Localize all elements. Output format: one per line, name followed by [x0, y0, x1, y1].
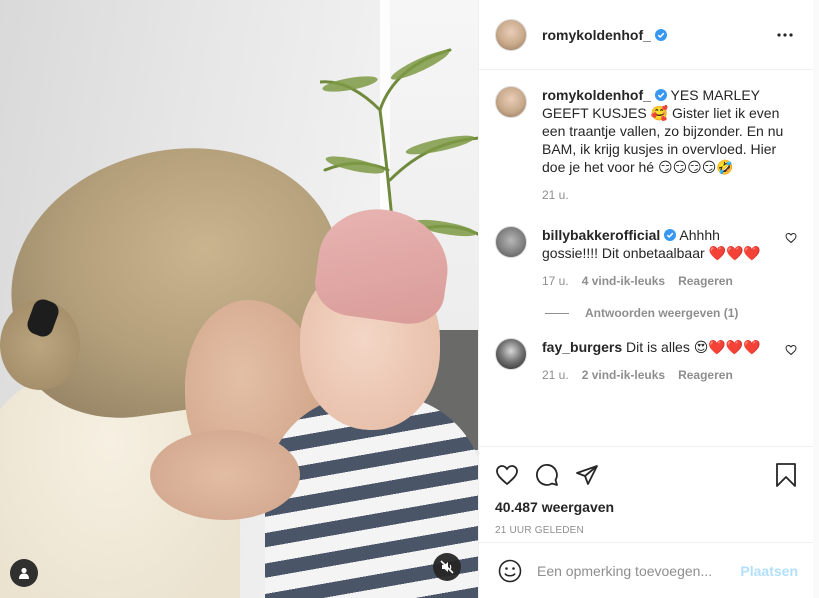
comment-input[interactable]	[537, 562, 741, 579]
avatar[interactable]	[495, 338, 527, 370]
comment-username[interactable]: fay_burgers	[542, 339, 622, 355]
heart-icon[interactable]	[785, 344, 797, 356]
caption-body: romykoldenhof_ YES MARLEY GEEFT KUSJES 🥰…	[542, 86, 797, 204]
caption: romykoldenhof_ YES MARLEY GEEFT KUSJES 🥰…	[495, 86, 797, 204]
verified-badge-icon	[654, 89, 667, 101]
reply-button[interactable]: Reageren	[678, 366, 733, 384]
page-scrollbar-gutter	[813, 0, 819, 598]
share-button[interactable]	[575, 455, 615, 495]
more-dots-icon	[777, 32, 793, 37]
mute-button[interactable]	[433, 553, 461, 581]
like-button[interactable]	[495, 455, 535, 495]
comment-body: billybakkerofficial Ahhhh gossie!!!! Dit…	[542, 226, 797, 290]
save-button[interactable]	[757, 455, 797, 495]
hand	[150, 430, 300, 520]
post-timestamp[interactable]: 21 UUR GELEDEN	[495, 525, 797, 536]
view-replies-button[interactable]: Antwoorden weergeven (1)	[545, 306, 797, 320]
post-comment-button[interactable]: Plaatsen	[740, 563, 798, 579]
list-item: fay_burgers Dit is alles 😍❤️❤️❤️ 21 u. 2…	[495, 338, 797, 384]
emoji-button[interactable]	[495, 556, 525, 586]
speaker-muted-icon	[440, 560, 454, 574]
comment-time[interactable]: 21 u.	[542, 366, 569, 384]
reply-button[interactable]: Reageren	[678, 272, 733, 290]
caption-meta: 21 u.	[542, 186, 797, 204]
caption-time[interactable]: 21 u.	[542, 186, 569, 204]
verified-badge-icon	[654, 28, 667, 41]
verified-badge-icon	[664, 229, 677, 241]
author-username[interactable]: romykoldenhof_	[542, 27, 651, 43]
list-item: billybakkerofficial Ahhhh gossie!!!! Dit…	[495, 226, 797, 290]
avatar[interactable]	[495, 18, 527, 51]
paper-plane-icon	[576, 465, 598, 485]
avatar[interactable]	[495, 86, 527, 118]
avatar[interactable]	[495, 226, 527, 258]
comments-list[interactable]: romykoldenhof_ YES MARLEY GEEFT KUSJES 🥰…	[479, 70, 813, 446]
caption-username[interactable]: romykoldenhof_	[542, 87, 651, 103]
heart-icon[interactable]	[785, 232, 797, 244]
instagram-post-modal: romykoldenhof_ romykoldenhof_ YES MARLEY…	[0, 0, 819, 598]
user-tag-button[interactable]	[10, 559, 38, 587]
divider	[545, 312, 569, 314]
comment-time[interactable]: 17 u.	[542, 272, 569, 290]
emoji-icon	[498, 559, 522, 582]
action-icon-row	[495, 455, 797, 495]
comment-meta: 17 u. 4 vind-ik-leuks Reageren	[542, 272, 775, 290]
post-actions: 40.487 weergaven 21 UUR GELEDEN	[479, 446, 813, 536]
comment-likes[interactable]: 2 vind-ik-leuks	[582, 366, 665, 384]
user-tag-icon	[19, 567, 29, 579]
comment-button[interactable]	[535, 455, 575, 495]
view-count[interactable]: 40.487 weergaven	[495, 499, 797, 515]
post-sidebar: romykoldenhof_ romykoldenhof_ YES MARLEY…	[478, 0, 814, 598]
post-header: romykoldenhof_	[479, 0, 813, 70]
comment-likes[interactable]: 4 vind-ik-leuks	[582, 272, 665, 290]
view-replies-label: Antwoorden weergeven (1)	[585, 306, 739, 320]
comment-meta: 21 u. 2 vind-ik-leuks Reageren	[542, 366, 775, 384]
post-video[interactable]	[0, 0, 478, 598]
bookmark-icon	[776, 463, 796, 487]
comment-username[interactable]: billybakkerofficial	[542, 227, 660, 243]
comment-bubble-icon	[536, 464, 558, 486]
add-comment-bar: Plaatsen	[479, 542, 814, 598]
more-options-button[interactable]	[773, 23, 797, 47]
heart-icon	[496, 465, 518, 486]
comment-body: fay_burgers Dit is alles 😍❤️❤️❤️ 21 u. 2…	[542, 338, 797, 384]
comment-text: Dit is alles 😍❤️❤️❤️	[626, 339, 761, 355]
